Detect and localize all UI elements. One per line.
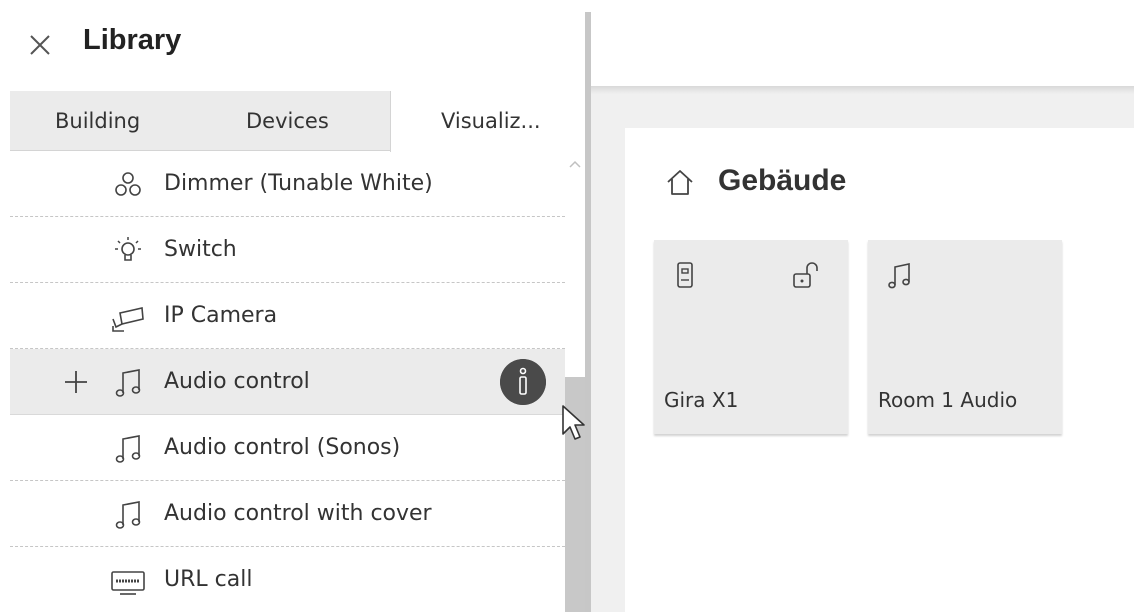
list-item[interactable]: Audio control with cover [10, 481, 565, 547]
library-scrollbar[interactable] [565, 151, 585, 612]
tile-room-1-audio[interactable]: Room 1 Audio [868, 240, 1062, 434]
list-item-label: IP Camera [164, 303, 278, 328]
mouse-cursor-icon [562, 405, 585, 440]
list-item-selected[interactable]: Audio control [10, 349, 565, 415]
tile-label: Room 1 Audio [878, 388, 1018, 412]
list-item-label: Switch [164, 237, 237, 262]
library-header: Library [0, 0, 585, 88]
camera-icon [112, 307, 144, 332]
page-title: Gebäude [718, 164, 847, 197]
list-item[interactable]: Audio control (Sonos) [10, 415, 565, 481]
device-icon [677, 262, 693, 288]
library-tabs: Building Devices Visualiz... [10, 91, 585, 152]
list-item-label: URL call [164, 567, 253, 592]
music-note-icon [115, 369, 141, 397]
music-note-icon [888, 263, 910, 289]
list-item-label: Audio control [164, 369, 310, 394]
music-note-icon [115, 501, 141, 529]
tab-visualization[interactable]: Visualiz... [390, 91, 585, 152]
tile-label: Gira X1 [664, 388, 739, 412]
home-icon [667, 170, 693, 195]
tab-building[interactable]: Building [55, 91, 140, 151]
library-title: Library [83, 24, 182, 56]
list-item[interactable]: URL call [10, 547, 565, 612]
library-panel: Library Building Devices Visualiz... Dim… [0, 0, 585, 612]
list-item[interactable]: Switch [10, 217, 565, 283]
library-item-list: Dimmer (Tunable White) Switch IP Camera [10, 151, 565, 612]
plus-icon[interactable] [63, 369, 89, 395]
list-item-label: Audio control (Sonos) [164, 435, 401, 460]
workspace-top-shadow [591, 86, 1134, 94]
music-note-icon [115, 435, 141, 463]
www-icon [111, 571, 145, 595]
list-item[interactable]: IP Camera [10, 283, 565, 349]
info-icon[interactable] [500, 359, 546, 405]
chevron-up-icon[interactable] [569, 159, 581, 169]
lock-open-icon [793, 262, 818, 288]
color-circles-icon [115, 172, 141, 196]
tile-gira-x1[interactable]: Gira X1 [654, 240, 848, 434]
light-bulb-icon [115, 237, 141, 261]
tab-devices[interactable]: Devices [246, 91, 329, 151]
list-item-label: Dimmer (Tunable White) [164, 171, 433, 196]
list-item[interactable]: Dimmer (Tunable White) [10, 151, 565, 217]
close-icon[interactable] [28, 33, 52, 57]
list-item-label: Audio control with cover [164, 501, 432, 526]
